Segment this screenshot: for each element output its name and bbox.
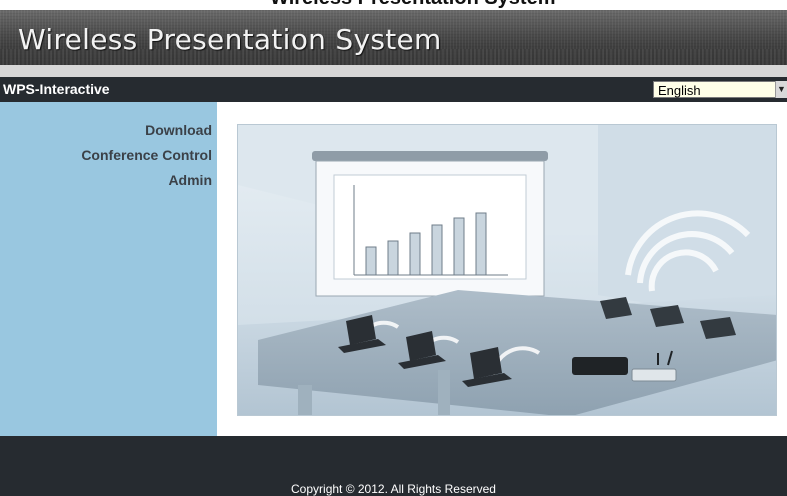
header-banner: Wireless Presentation System [0,10,787,65]
language-select[interactable]: English ▼ [653,81,787,98]
chevron-down-icon[interactable]: ▼ [775,81,787,98]
cropped-title-text: Wireless Presentation System [270,0,556,10]
conference-room-graphic [238,125,776,415]
footer: Copyright © 2012. All Rights Reserved [0,436,787,496]
sidebar-item-conference-control[interactable]: Conference Control [81,147,212,163]
copyright-text: Copyright © 2012. All Rights Reserved [291,482,496,496]
app-title: Wireless Presentation System [18,23,442,56]
top-cropped-title: Wireless Presentation System [0,0,787,10]
sidebar-item-admin[interactable]: Admin [168,172,212,188]
header-separator [0,65,787,77]
conference-room-illustration [237,124,777,416]
sidebar-item-download[interactable]: Download [145,122,212,138]
language-selected-value: English [658,83,701,98]
product-name: WPS-Interactive [3,81,110,97]
sidebar: Download Conference Control Admin [0,102,217,436]
